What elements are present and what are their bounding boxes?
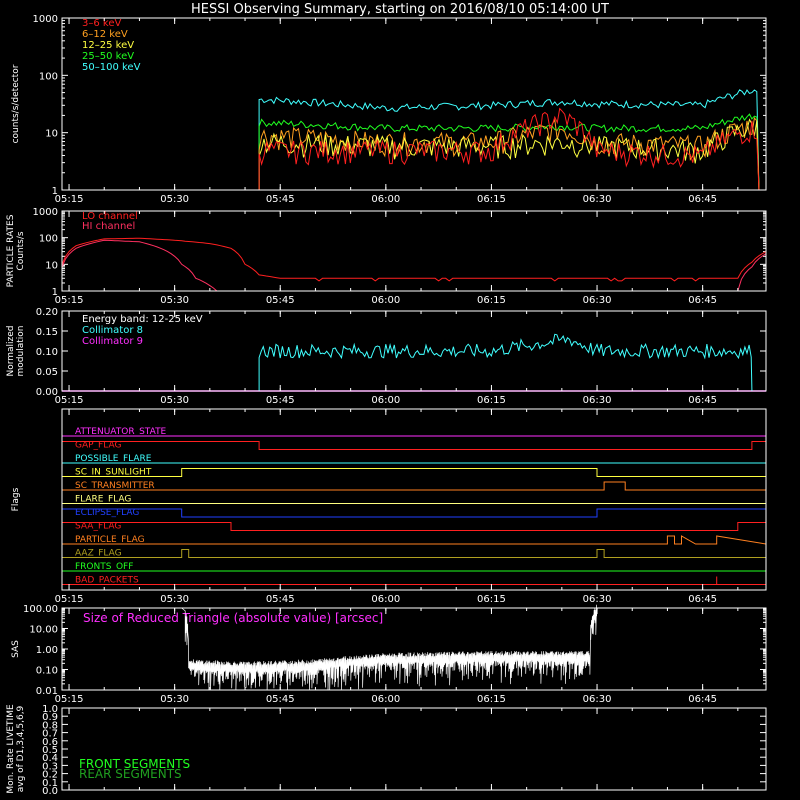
xtick-label: 05:15 — [55, 395, 84, 406]
xtick-label: 06:45 — [688, 594, 717, 605]
xtick-label: 06:15 — [477, 395, 506, 406]
xtick-label: 06:30 — [583, 395, 612, 406]
xtick-label: 06:45 — [688, 295, 717, 306]
legend-entry: REAR SEGMENTS — [79, 767, 182, 781]
flag-label: GAP_FLAG — [75, 441, 121, 451]
ylabel: modulation — [16, 326, 26, 377]
ylabel: Flags — [11, 487, 21, 511]
xtick-label: 06:15 — [477, 594, 506, 605]
ytick-label: 1000 — [33, 14, 58, 25]
ylabel: Normalized — [6, 325, 16, 376]
legend-entry: 50–100 keV — [82, 62, 141, 73]
ytick-label: 100 — [39, 234, 58, 245]
xtick-label: 05:15 — [55, 194, 84, 205]
xtick-label: 05:15 — [55, 594, 84, 605]
xtick-label: 06:30 — [583, 295, 612, 306]
xtick-label: 06:15 — [477, 295, 506, 306]
ytick-label: 1.00 — [36, 645, 58, 656]
flag-label: ECLIPSE_FLAG — [75, 508, 139, 518]
ylabel: PARTICLE RATES — [6, 214, 16, 287]
ylabel: counts/s/detector — [11, 64, 21, 143]
ylabel: SAS — [11, 640, 21, 658]
flag-label: AAZ_FLAG — [75, 549, 122, 559]
flag-label: POSSIBLE_FLARE — [75, 454, 152, 464]
xtick-label: 06:45 — [688, 395, 717, 406]
ytick-label: 1000 — [33, 207, 58, 218]
chart-title: HESSI Observing Summary, starting on 201… — [191, 2, 609, 17]
ytick-label: 0.10 — [36, 666, 58, 677]
xtick-label: 06:00 — [371, 194, 400, 205]
xtick-label: 06:30 — [583, 594, 612, 605]
xtick-label: 06:00 — [371, 694, 400, 705]
xtick-label: 05:30 — [160, 395, 189, 406]
xtick-label: 05:30 — [160, 594, 189, 605]
ytick-label: 10.00 — [29, 625, 58, 636]
ylabel: Mon. Rate LIVETIME — [6, 704, 16, 794]
flag-label: BAD_PACKETS — [75, 576, 139, 586]
xtick-label: 06:00 — [371, 295, 400, 306]
ytick-label: 100 — [39, 71, 58, 82]
xtick-label: 06:00 — [371, 594, 400, 605]
legend-entry: Collimator 8 — [82, 325, 143, 336]
legend-entry: 12–25 keV — [82, 40, 134, 51]
xtick-label: 05:45 — [266, 694, 295, 705]
ytick-label: 0.05 — [36, 367, 58, 378]
ylabel: avg of D1,3,4,5,6,9 — [16, 705, 26, 792]
legend-entry: 6–12 keV — [82, 29, 128, 40]
xtick-label: 05:45 — [266, 395, 295, 406]
ytick-label: 0.10 — [36, 347, 58, 358]
legend-entry: 25–50 keV — [82, 51, 134, 62]
ytick-label: 10 — [45, 260, 58, 271]
flag-label: FRONTS_OFF — [75, 562, 133, 572]
xtick-label: 05:30 — [160, 694, 189, 705]
xtick-label: 06:30 — [583, 694, 612, 705]
legend-entry: 3–6 keV — [82, 18, 121, 29]
xtick-label: 06:15 — [477, 694, 506, 705]
ytick-label: 0.20 — [36, 307, 58, 318]
xtick-label: 06:45 — [688, 194, 717, 205]
flag-label: SAA_FLAG — [75, 522, 121, 532]
xtick-label: 05:15 — [55, 694, 84, 705]
flag-label: FLARE_FLAG — [75, 495, 131, 505]
flag-label: PARTICLE_FLAG — [75, 535, 145, 545]
flag-label: ATTENUATOR_STATE — [75, 427, 167, 437]
xtick-label: 05:30 — [160, 295, 189, 306]
ytick-label: 100.00 — [23, 604, 58, 615]
ytick-label: 0.15 — [36, 327, 58, 338]
ylabel: Counts/s — [16, 231, 26, 270]
xtick-label: 06:30 — [583, 194, 612, 205]
annotation: Size of Reduced Triangle (absolute value… — [83, 611, 383, 625]
legend-entry: HI channel — [82, 221, 135, 232]
ytick-label: 10 — [45, 129, 58, 140]
xtick-label: 05:45 — [266, 594, 295, 605]
xtick-label: 05:45 — [266, 194, 295, 205]
xtick-label: 06:00 — [371, 395, 400, 406]
xtick-label: 06:15 — [477, 194, 506, 205]
xtick-label: 05:30 — [160, 194, 189, 205]
hessi-summary-figure: HESSI Observing Summary, starting on 201… — [0, 0, 800, 800]
annotation: Energy band: 12-25 keV — [82, 314, 203, 325]
legend-entry: Collimator 9 — [82, 336, 143, 347]
xtick-label: 05:45 — [266, 295, 295, 306]
xtick-label: 05:15 — [55, 295, 84, 306]
flag-label: SC_IN_SUNLIGHT — [75, 468, 152, 478]
ytick-label: 1.0 — [42, 704, 58, 715]
flag-label: SC_TRANSMITTER — [75, 481, 155, 491]
xtick-label: 06:45 — [688, 694, 717, 705]
